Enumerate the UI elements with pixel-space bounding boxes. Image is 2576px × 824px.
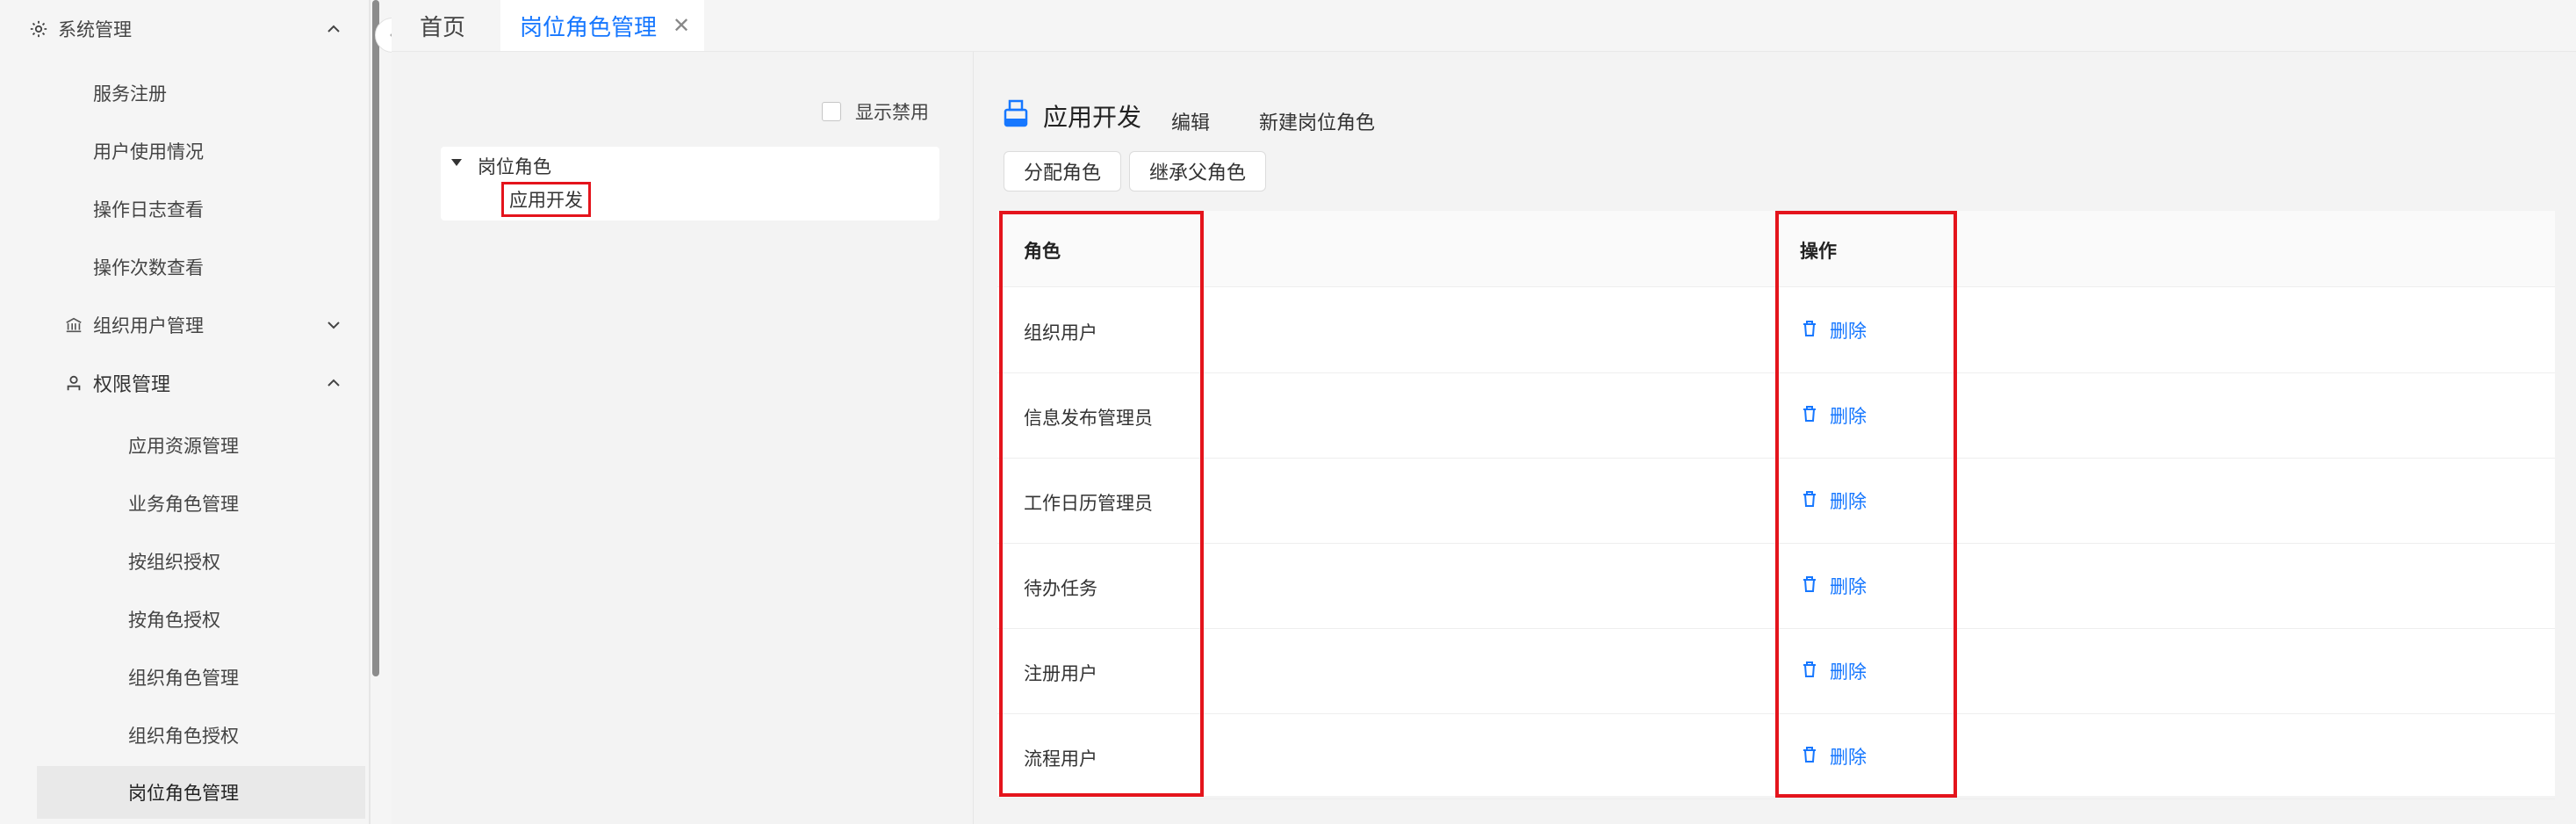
sidebar-scrollbar[interactable] bbox=[372, 0, 379, 676]
highlight-action-column bbox=[1775, 211, 1957, 798]
tab-home[interactable]: 首页 bbox=[420, 0, 499, 51]
sidebar: 系统管理 服务注册 用户使用情况 操作日志查看 操作次数查看 组织用户管理 权限… bbox=[0, 0, 371, 824]
detail-header: 应用开发 bbox=[1003, 98, 1141, 134]
tab-label: 岗位角色管理 bbox=[520, 14, 658, 41]
tab-bar: 首页 岗位角色管理 ✕ bbox=[392, 0, 2576, 52]
sidebar-item-label: 组织用户管理 bbox=[93, 315, 204, 336]
sidebar-item-label: 按角色授权 bbox=[128, 610, 220, 631]
sidebar-item-label: 服务注册 bbox=[93, 83, 167, 105]
sidebar-item-system-management[interactable]: 系统管理 bbox=[0, 7, 369, 51]
sidebar-item-label: 业务角色管理 bbox=[128, 494, 239, 515]
sidebar-item-org-role-auth[interactable]: 组织角色授权 bbox=[0, 713, 369, 757]
sidebar-item-label: 用户使用情况 bbox=[93, 141, 204, 163]
chevron-up-icon[interactable] bbox=[323, 372, 344, 394]
chevron-down-icon[interactable] bbox=[323, 314, 344, 336]
sidebar-item-auth-by-org[interactable]: 按组织授权 bbox=[0, 539, 369, 583]
sidebar-item-label: 组织角色授权 bbox=[128, 726, 239, 747]
detail-title: 应用开发 bbox=[1043, 103, 1142, 132]
user-icon bbox=[63, 372, 84, 394]
tree-node-label: 应用开发 bbox=[509, 190, 583, 211]
sidebar-item-service-registration[interactable]: 服务注册 bbox=[0, 71, 369, 115]
gear-icon bbox=[28, 18, 49, 40]
sidebar-item-operation-log[interactable]: 操作日志查看 bbox=[0, 187, 369, 231]
new-post-role-button[interactable]: 新建岗位角色 bbox=[1259, 107, 1375, 135]
sidebar-item-label: 权限管理 bbox=[93, 374, 171, 396]
checkbox[interactable] bbox=[822, 102, 841, 121]
sidebar-item-label: 操作次数查看 bbox=[93, 257, 204, 278]
close-icon[interactable]: ✕ bbox=[673, 13, 690, 38]
sidebar-item-label: 应用资源管理 bbox=[128, 436, 239, 457]
sidebar-item-org-user-management[interactable]: 组织用户管理 bbox=[0, 303, 369, 347]
sidebar-item-post-role[interactable]: 岗位角色管理 bbox=[37, 766, 365, 819]
sidebar-item-operation-count[interactable]: 操作次数查看 bbox=[0, 245, 369, 289]
edit-button[interactable]: 编辑 bbox=[1171, 107, 1210, 135]
show-disabled-label: 显示禁用 bbox=[855, 102, 929, 123]
chevron-up-icon[interactable] bbox=[323, 18, 344, 40]
sidebar-item-user-usage[interactable]: 用户使用情况 bbox=[0, 129, 369, 173]
sidebar-item-label: 组织角色管理 bbox=[128, 668, 239, 689]
show-disabled-checkbox[interactable]: 显示禁用 bbox=[822, 98, 929, 125]
sidebar-item-label: 按组织授权 bbox=[128, 552, 220, 573]
sidebar-item-org-role[interactable]: 组织角色管理 bbox=[0, 655, 369, 699]
tree-node-root[interactable]: 岗位角色 bbox=[478, 153, 551, 179]
sidebar-item-auth-by-role[interactable]: 按角色授权 bbox=[0, 597, 369, 641]
sidebar-item-business-role[interactable]: 业务角色管理 bbox=[0, 481, 369, 525]
sidebar-item-label: 操作日志查看 bbox=[93, 199, 204, 220]
sidebar-item-app-resource[interactable]: 应用资源管理 bbox=[0, 423, 369, 467]
assign-role-button[interactable]: 分配角色 bbox=[1004, 151, 1122, 192]
tab-label: 首页 bbox=[420, 14, 466, 41]
bank-icon bbox=[63, 314, 84, 336]
tree-node-selected[interactable]: 应用开发 bbox=[501, 182, 591, 217]
caret-down-icon[interactable] bbox=[451, 159, 462, 166]
tab-post-role-management[interactable]: 岗位角色管理 ✕ bbox=[500, 0, 704, 51]
inherit-parent-role-button[interactable]: 继承父角色 bbox=[1129, 151, 1267, 192]
panel-divider bbox=[973, 52, 974, 824]
sidebar-item-label: 系统管理 bbox=[58, 19, 132, 40]
sidebar-item-label: 岗位角色管理 bbox=[128, 783, 239, 804]
highlight-role-column bbox=[999, 211, 1204, 797]
sidebar-item-permission-management[interactable]: 权限管理 bbox=[0, 361, 369, 405]
usb-icon bbox=[1003, 99, 1029, 133]
